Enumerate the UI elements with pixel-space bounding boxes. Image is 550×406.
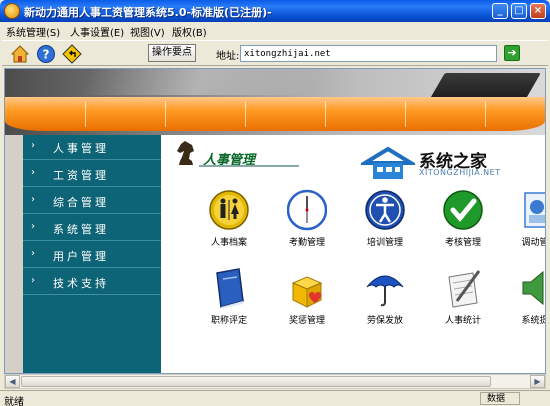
module-label: 考核管理	[444, 238, 481, 248]
umbrella-icon	[366, 275, 404, 307]
header-banner	[5, 69, 545, 135]
help-icon[interactable]: ?	[36, 44, 56, 64]
sidebar: › 人事管理 › 工资管理 › 综合管理 › 系统管理 › 用户管理 › 技术支…	[23, 135, 161, 373]
module-assessment[interactable]: 考核管理	[425, 189, 495, 251]
left-strip	[5, 135, 23, 373]
sidebar-item-label: 工资管理	[53, 169, 109, 182]
menu-personnel-settings[interactable]: 人事设置(E)	[70, 24, 124, 39]
module-label: 培训管理	[366, 238, 403, 248]
toolbar: ? 操作要点 地址: ➔	[2, 40, 548, 66]
sidebar-item-label: 系统管理	[53, 223, 109, 236]
speaker-icon	[522, 270, 544, 306]
transfer-icon	[524, 192, 545, 228]
app-icon	[4, 3, 20, 19]
section-underline	[199, 165, 299, 167]
sidebar-item-users[interactable]: › 用户管理	[23, 243, 161, 268]
sidebar-item-label: 人事管理	[53, 142, 109, 155]
sidebar-item-label: 技术支持	[53, 277, 109, 290]
checkmark-icon	[443, 190, 483, 230]
status-text: 就绪	[4, 397, 24, 406]
pen-paper-icon	[448, 270, 481, 308]
menu-system[interactable]: 系统管理(S)	[6, 24, 60, 39]
home-icon[interactable]	[10, 44, 30, 64]
menu-view[interactable]: 视图(V)	[130, 24, 165, 39]
sidebar-item-comprehensive[interactable]: › 综合管理	[23, 189, 161, 214]
module-rewards-penalties[interactable]: 奖惩管理	[269, 267, 339, 329]
module-label: 系统提	[521, 316, 546, 326]
scroll-right-button[interactable]: ▶	[530, 375, 545, 388]
restroom-people-icon	[209, 190, 249, 230]
maximize-button[interactable]: □	[511, 3, 527, 19]
minimize-button[interactable]: _	[492, 3, 508, 19]
module-system-tips[interactable]: 系统提	[497, 267, 546, 329]
arrow-icon: ›	[31, 167, 35, 178]
status-bar: 就绪 数据	[0, 390, 550, 406]
gift-box-icon	[291, 276, 323, 308]
horizontal-scrollbar[interactable]: ◀ ▶	[4, 374, 546, 389]
address-input[interactable]	[240, 45, 497, 62]
module-training[interactable]: 培训管理	[347, 189, 417, 251]
arrow-icon: ›	[31, 248, 35, 259]
module-label: 调动管	[521, 238, 546, 248]
svg-text:?: ?	[43, 48, 50, 62]
arrow-icon: ›	[31, 140, 35, 151]
chess-knight-icon	[177, 141, 194, 165]
module-label: 人事统计	[444, 316, 481, 326]
module-personnel-files[interactable]: 人事档案	[191, 189, 261, 251]
sidebar-item-support[interactable]: › 技术支持	[23, 270, 161, 295]
book-icon	[216, 268, 244, 309]
module-labor-insurance[interactable]: 劳保发放	[347, 267, 417, 329]
logo-url: XITONGZHIJIA.NET	[419, 168, 501, 177]
sidebar-item-label: 综合管理	[53, 196, 109, 209]
arrow-icon: ›	[31, 275, 35, 286]
accessibility-person-icon	[365, 190, 405, 230]
title-bar[interactable]: 新动力通用人事工资管理系统5.0-标准版(已注册)- _ □ ×	[0, 0, 550, 22]
close-button[interactable]: ×	[530, 3, 546, 19]
status-indicator: 数据	[480, 392, 520, 405]
menu-copyright[interactable]: 版权(B)	[172, 24, 207, 39]
scroll-thumb[interactable]	[21, 376, 491, 387]
go-button[interactable]: ➔	[504, 45, 520, 61]
module-label: 考勤管理	[288, 238, 325, 248]
scroll-left-button[interactable]: ◀	[5, 375, 20, 388]
sidebar-item-personnel[interactable]: › 人事管理	[23, 135, 161, 160]
module-transfer[interactable]: 调动管	[497, 189, 546, 251]
module-title-evaluation[interactable]: 职称评定	[191, 267, 261, 329]
module-label: 奖惩管理	[288, 316, 325, 326]
arrow-icon: ›	[31, 221, 35, 232]
module-label: 人事档案	[210, 238, 247, 248]
arrow-icon: ›	[31, 194, 35, 205]
address-label: 地址:	[216, 51, 240, 62]
module-attendance[interactable]: 考勤管理	[269, 189, 339, 251]
main-content: › 人事管理 › 工资管理 › 综合管理 › 系统管理 › 用户管理 › 技术支…	[4, 68, 546, 374]
window-title: 新动力通用人事工资管理系统5.0-标准版(已注册)-	[24, 6, 272, 19]
clock-icon	[287, 189, 327, 231]
operation-tips-button[interactable]: 操作要点	[148, 44, 196, 62]
back-icon[interactable]	[62, 44, 82, 64]
module-statistics[interactable]: 人事统计	[425, 267, 495, 329]
module-label: 职称评定	[210, 316, 247, 326]
sidebar-item-system[interactable]: › 系统管理	[23, 216, 161, 241]
banner-orange-band	[5, 97, 545, 131]
sidebar-item-salary[interactable]: › 工资管理	[23, 162, 161, 187]
house-logo-icon	[361, 146, 415, 179]
menu-bar: 系统管理(S) 人事设置(E) 视图(V) 版权(B)	[2, 22, 548, 39]
module-label: 劳保发放	[366, 316, 403, 326]
sidebar-item-label: 用户管理	[53, 250, 109, 263]
